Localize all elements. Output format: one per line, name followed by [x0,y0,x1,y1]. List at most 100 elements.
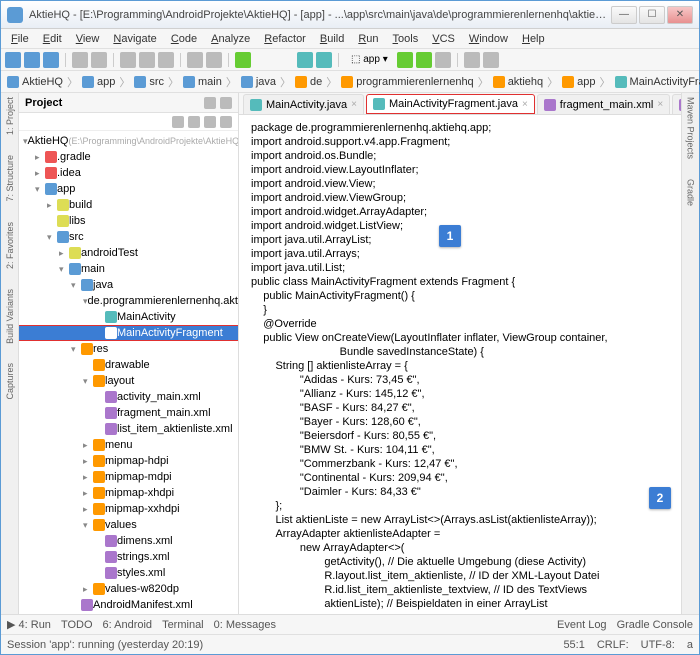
code-line[interactable]: Bundle savedInstanceState) { [251,345,669,359]
undo-icon[interactable] [72,52,88,68]
code-line[interactable]: import android.support.v4.app.Fragment; [251,135,669,149]
tab-close-icon[interactable]: × [351,99,357,110]
sync-icon[interactable] [43,52,59,68]
editor-tab[interactable]: MainActivityFragment.java× [366,94,535,114]
expand-arrow-icon[interactable]: ▸ [35,168,45,179]
expand-arrow-icon[interactable]: ▸ [83,488,93,499]
tree-item[interactable]: ▾ de.programmierenlernenhq.aktiehq.app [19,293,238,309]
status-item[interactable]: CRLF: [597,639,629,651]
redo-icon[interactable] [91,52,107,68]
cut-icon[interactable] [120,52,136,68]
code-line[interactable]: "Bayer - Kurs: 128,60 €", [251,415,669,429]
code-line[interactable]: "BASF - Kurs: 84,27 €", [251,401,669,415]
code-line[interactable]: import android.view.View; [251,177,669,191]
code-line[interactable]: "Allianz - Kurs: 145,12 €", [251,387,669,401]
menu-vcs[interactable]: VCS [426,31,461,47]
maximize-button[interactable]: ☐ [639,6,665,24]
tree-item[interactable]: ▾ main [19,261,238,277]
menu-window[interactable]: Window [463,31,514,47]
status-item[interactable]: 55:1 [563,639,584,651]
status-item[interactable]: a [687,639,693,651]
code-line[interactable]: public class MainActivityFragment extend… [251,275,669,289]
expand-arrow-icon[interactable]: ▸ [47,200,57,211]
code-line[interactable]: R.id.list_item_aktienliste_textview, // … [251,583,669,597]
tree-item[interactable]: ▾ app [19,181,238,197]
toolwindow-tab[interactable]: Maven Projects [686,97,696,159]
breadcrumb-item[interactable]: app [82,76,115,88]
tree-item[interactable]: ▸ values-w820dp [19,581,238,597]
open-icon[interactable] [5,52,21,68]
build-icon[interactable] [235,52,251,68]
menu-navigate[interactable]: Navigate [107,31,162,47]
tool-icon[interactable] [188,116,200,128]
copy-icon[interactable] [139,52,155,68]
code-line[interactable]: "Commerzbank - Kurs: 12,47 €", [251,457,669,471]
code-line[interactable]: ArrayAdapter aktienlisteAdapter = [251,527,669,541]
expand-arrow-icon[interactable]: ▸ [59,248,69,259]
expand-arrow-icon[interactable]: ▾ [83,520,93,531]
toolwindow-tab[interactable]: Build Variants [5,289,15,344]
save-icon[interactable] [24,52,40,68]
stop-icon[interactable] [435,52,451,68]
expand-arrow-icon[interactable]: ▾ [71,280,81,291]
tree-item[interactable]: ▸ .idea [19,165,238,181]
tree-item[interactable]: fragment_main.xml [19,405,238,421]
code-line[interactable]: getActivity(), // Die aktuelle Umgebung … [251,555,669,569]
breadcrumb-item[interactable]: app [562,76,595,88]
gear-icon[interactable] [220,97,232,109]
toolwindow-tab[interactable]: 2: Favorites [5,222,15,269]
tab-close-icon[interactable]: × [657,99,663,110]
paste-icon[interactable] [158,52,174,68]
tree-item[interactable]: drawable [19,357,238,373]
menu-analyze[interactable]: Analyze [205,31,256,47]
toolwindow-tab[interactable]: Gradle [686,179,696,206]
run-config[interactable]: ⬚ app ▾ [345,54,394,65]
tree-item[interactable]: strings.xml [19,549,238,565]
expand-arrow-icon[interactable]: ▸ [83,504,93,515]
code-line[interactable]: "Beiersdorf - Kurs: 80,55 €", [251,429,669,443]
tree-item[interactable]: dimens.xml [19,533,238,549]
tree-item[interactable]: MainActivityFragment [19,325,238,341]
tree-item[interactable]: ▸ mipmap-xxhdpi [19,501,238,517]
code-line[interactable]: R.layout.list_item_aktienliste, // ID de… [251,569,669,583]
collapse-icon[interactable] [204,97,216,109]
breadcrumb-item[interactable]: programmierenlernenhq [341,76,473,88]
tree-item[interactable]: activity_main.xml [19,389,238,405]
code-line[interactable]: import android.view.ViewGroup; [251,191,669,205]
expand-arrow-icon[interactable]: ▸ [83,472,93,483]
expand-arrow-icon[interactable]: ▾ [35,184,45,195]
tool-icon[interactable] [204,116,216,128]
code-line[interactable]: "Continental - Kurs: 209,94 €", [251,471,669,485]
run-icon[interactable] [397,52,413,68]
status-item[interactable]: UTF-8: [641,639,675,651]
menu-run[interactable]: Run [352,31,384,47]
tree-item[interactable]: ▸ androidTest [19,245,238,261]
code-line[interactable]: import android.os.Bundle; [251,149,669,163]
menu-build[interactable]: Build [314,31,350,47]
menu-refactor[interactable]: Refactor [258,31,312,47]
code-line[interactable]: "BMW St. - Kurs: 104,11 €", [251,443,669,457]
breadcrumb-item[interactable]: de [295,76,322,88]
bottom-tab[interactable]: ▶ 4: Run [7,618,51,631]
tree-item[interactable]: ▾ values [19,517,238,533]
debug-icon[interactable] [416,52,432,68]
code-line[interactable]: import java.util.List; [251,261,669,275]
tree-item[interactable]: ▸ .gradle [19,149,238,165]
project-header[interactable]: Project [19,93,238,113]
tree-item[interactable]: ▾ src [19,229,238,245]
breadcrumb-item[interactable]: aktiehq [493,76,543,88]
toolwindow-tab[interactable]: 7: Structure [5,155,15,202]
code-line[interactable]: List aktienListe = new ArrayList<>(Array… [251,513,669,527]
code-line[interactable]: } [251,303,669,317]
tree-item[interactable]: MainActivity [19,309,238,325]
bottom-tab[interactable]: 0: Messages [214,618,276,631]
code-line[interactable]: public View onCreateView(LayoutInflater … [251,331,669,345]
expand-arrow-icon[interactable]: ▸ [83,440,93,451]
breadcrumb-item[interactable]: main [183,76,222,88]
code-line[interactable]: String [] aktienlisteArray = { [251,359,669,373]
tree-item[interactable]: AndroidManifest.xml [19,597,238,613]
tree-item[interactable]: list_item_aktienliste.xml [19,421,238,437]
bottom-tab[interactable]: Gradle Console [617,619,693,631]
toolwindow-tab[interactable]: 1: Project [5,97,15,135]
tree-item[interactable]: ▾ layout [19,373,238,389]
